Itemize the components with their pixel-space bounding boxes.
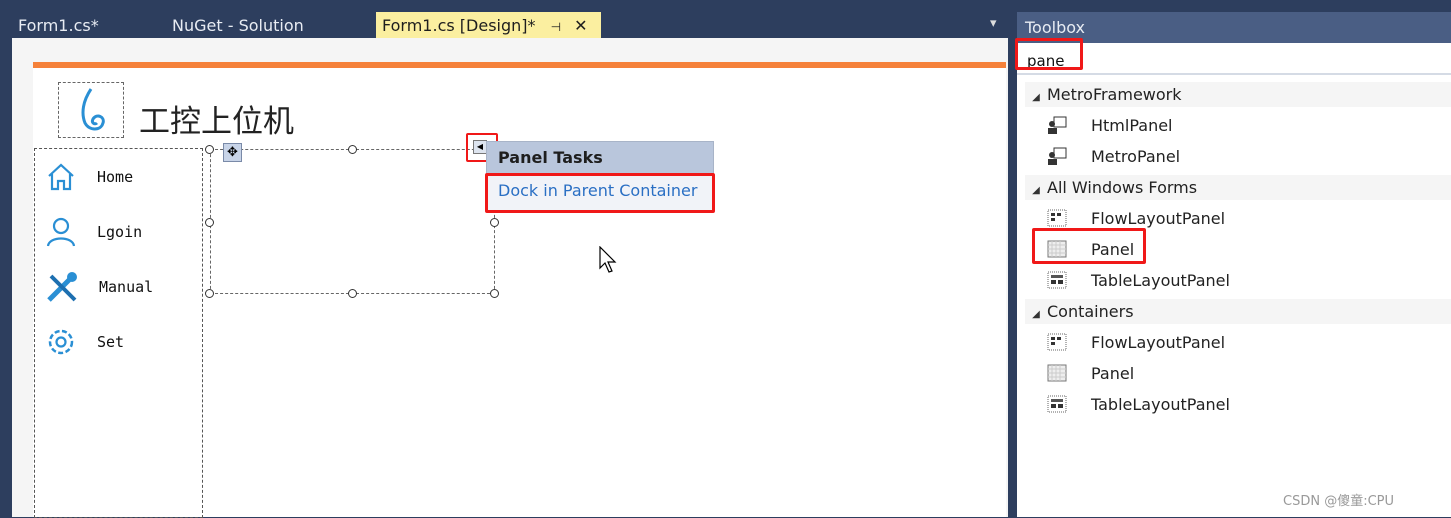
resize-handle[interactable]	[348, 145, 357, 154]
resize-handle[interactable]	[490, 289, 499, 298]
flowlayoutpanel-icon	[1047, 209, 1067, 227]
nav-label: Set	[97, 333, 125, 351]
tab-overflow-icon[interactable]: ▾	[990, 16, 997, 31]
tab-form1-cs[interactable]: Form1.cs*	[12, 12, 162, 39]
resize-handle[interactable]	[490, 218, 499, 227]
close-icon[interactable]: ✕	[574, 16, 587, 35]
tab-form1-design[interactable]: Form1.cs [Design]* ⊣ ✕	[376, 12, 601, 39]
logo	[58, 82, 124, 138]
tools-icon	[47, 272, 77, 302]
metropanel-icon	[1047, 147, 1067, 165]
resize-handle[interactable]	[205, 145, 214, 154]
form-canvas: 工控上位机 Home Lgoin Manual Set	[33, 62, 1006, 518]
panel-item-highlight	[1032, 228, 1146, 264]
group-label: Containers	[1047, 302, 1134, 321]
app-title: 工控上位机	[139, 104, 294, 140]
item-label: TableLayoutPanel	[1091, 394, 1230, 414]
nav-item-lgoin[interactable]: Lgoin	[45, 215, 142, 249]
toolbox-item-htmlpanel[interactable]: HtmlPanel	[1047, 111, 1173, 139]
toolbox-item-panel[interactable]: Panel	[1047, 359, 1134, 387]
tab-label: Form1.cs [Design]*	[382, 16, 536, 35]
item-label: FlowLayoutPanel	[1091, 332, 1226, 352]
htmlpanel-icon	[1047, 116, 1067, 134]
nav-label: Home	[97, 168, 134, 186]
resize-handle[interactable]	[348, 289, 357, 298]
watermark: CSDN @傻童:CPU	[1283, 494, 1395, 509]
orange-header-bar	[33, 62, 1006, 68]
toolbox-item-tablelayoutpanel[interactable]: TableLayoutPanel	[1047, 390, 1230, 418]
dock-link-highlight	[485, 173, 715, 213]
item-label: HtmlPanel	[1091, 115, 1173, 135]
item-label: Panel	[1091, 363, 1135, 383]
selected-panel[interactable]	[210, 149, 495, 294]
toolbox-group-metroframework[interactable]: ◢ MetroFramework	[1025, 82, 1451, 107]
nav-label: Manual	[99, 278, 154, 296]
move-handle-icon[interactable]: ✥	[223, 143, 242, 162]
item-label: MetroPanel	[1091, 146, 1181, 166]
group-label: All Windows Forms	[1047, 178, 1198, 197]
collapse-triangle-icon[interactable]: ◢	[1025, 85, 1047, 110]
gear-icon	[48, 329, 74, 355]
tablelayoutpanel-icon	[1047, 271, 1067, 289]
nav-label: Lgoin	[97, 223, 143, 241]
panel-tasks-header: Panel Tasks	[487, 142, 713, 173]
collapse-triangle-icon[interactable]: ◢	[1025, 178, 1047, 203]
collapse-triangle-icon[interactable]: ◢	[1025, 302, 1047, 327]
toolbox-group-containers[interactable]: ◢ Containers	[1025, 299, 1451, 324]
home-icon	[48, 163, 74, 191]
user-icon	[46, 217, 76, 247]
flowlayoutpanel-icon	[1047, 333, 1067, 351]
item-label: FlowLayoutPanel	[1091, 208, 1226, 228]
nav-panel: Home Lgoin Manual Set	[34, 148, 203, 518]
panel-icon	[1047, 364, 1067, 382]
toolbox-group-all-windows-forms[interactable]: ◢ All Windows Forms	[1025, 175, 1451, 200]
nav-item-home[interactable]: Home	[45, 160, 133, 194]
pin-icon[interactable]: ⊣	[551, 20, 561, 34]
tablelayoutpanel-icon	[1047, 395, 1067, 413]
group-label: MetroFramework	[1047, 85, 1182, 104]
toolbox-item-tablelayoutpanel[interactable]: TableLayoutPanel	[1047, 266, 1230, 294]
nav-item-set[interactable]: Set	[45, 325, 124, 359]
resize-handle[interactable]	[205, 289, 214, 298]
toolbox-item-metropanel[interactable]: MetroPanel	[1047, 142, 1180, 170]
toolbox-panel: Toolbox pane ◢ MetroFramework HtmlPanel Met…	[1017, 12, 1451, 517]
mouse-cursor-icon	[599, 246, 617, 273]
resize-handle[interactable]	[205, 218, 214, 227]
item-label: TableLayoutPanel	[1091, 270, 1230, 290]
toolbox-item-flowlayoutpanel[interactable]: FlowLayoutPanel	[1047, 328, 1225, 356]
nav-item-manual[interactable]: Manual	[45, 270, 153, 304]
tab-nuget[interactable]: NuGet - Solution	[166, 12, 371, 39]
search-highlight	[1015, 38, 1083, 70]
